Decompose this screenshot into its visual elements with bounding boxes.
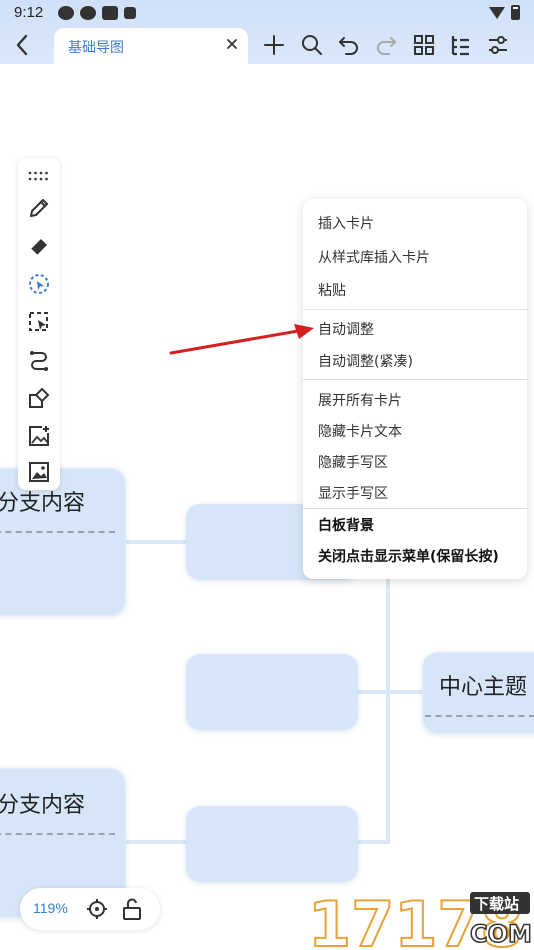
add-image-tool[interactable] xyxy=(27,424,51,448)
undo-button[interactable] xyxy=(336,32,362,58)
center-node[interactable]: 中心主题 xyxy=(422,652,534,734)
outline-button[interactable] xyxy=(447,32,473,58)
zoom-control: 119% xyxy=(20,888,160,930)
node-text: 中心主题 xyxy=(439,675,528,700)
status-bar: 9:12 xyxy=(0,0,534,26)
status-app-icons xyxy=(58,6,136,20)
menu-divider xyxy=(303,379,527,380)
shape-tool[interactable] xyxy=(27,386,51,410)
wifi-icon xyxy=(489,6,505,19)
add-button[interactable] xyxy=(261,32,287,58)
crosshair-icon[interactable] xyxy=(86,898,108,920)
node-text: 分支内容 xyxy=(0,793,86,818)
back-arrow-icon xyxy=(16,34,28,56)
lasso-select-icon xyxy=(29,274,49,294)
connector-line xyxy=(120,540,190,544)
connector-icon xyxy=(30,351,48,371)
a-app-icon xyxy=(124,7,136,19)
menu-divider xyxy=(303,508,527,509)
watermark-suffix: COM xyxy=(470,920,532,948)
side-toolbar xyxy=(18,158,60,490)
eraser-icon xyxy=(30,239,47,256)
redo-button[interactable] xyxy=(373,32,399,58)
box-select-tool[interactable] xyxy=(27,310,51,334)
settings-app-icon xyxy=(58,6,74,20)
box-select-icon xyxy=(29,312,48,331)
undo-icon xyxy=(339,37,358,55)
add-image-icon xyxy=(29,426,49,446)
tab-basic-map[interactable]: 基础导图 xyxy=(54,28,248,64)
sub-node[interactable] xyxy=(186,806,358,882)
search-icon xyxy=(302,35,322,55)
app-toolbar: 基础导图 xyxy=(0,26,534,64)
settings-button[interactable] xyxy=(485,32,511,58)
watermark-tag: 下载站 xyxy=(474,895,519,913)
menu-item-paste[interactable]: 粘贴 xyxy=(318,280,346,300)
tab-title: 基础导图 xyxy=(68,40,124,56)
unlock-icon[interactable] xyxy=(122,898,142,920)
drag-handle-icon xyxy=(28,171,48,181)
drag-handle[interactable] xyxy=(27,164,51,188)
status-time: 9:12 xyxy=(14,4,44,21)
menu-item-auto-adjust-compact[interactable]: 自动调整(紧凑) xyxy=(318,351,413,371)
menu-item-expand-all-cards[interactable]: 展开所有卡片 xyxy=(318,390,402,410)
context-menu: 插入卡片 从样式库插入卡片 粘贴 自动调整 自动调整(紧凑) 展开所有卡片 隐藏… xyxy=(303,199,527,579)
menu-item-close-tap-menu[interactable]: 关闭点击显示菜单(保留长按) xyxy=(318,546,499,566)
menu-item-show-handwriting[interactable]: 显示手写区 xyxy=(318,483,388,503)
connector-line xyxy=(386,578,390,842)
connector-line xyxy=(356,840,390,844)
pen-tool[interactable] xyxy=(27,196,51,220)
menu-item-hide-handwriting[interactable]: 隐藏手写区 xyxy=(318,452,388,472)
sub-node[interactable] xyxy=(186,654,358,730)
connector-line xyxy=(120,840,190,844)
branch-node[interactable]: 分支内容 xyxy=(0,468,126,616)
menu-item-insert-from-style-library[interactable]: 从样式库插入卡片 xyxy=(318,247,430,267)
square-app-icon xyxy=(102,6,118,20)
add-icon xyxy=(264,35,284,55)
zoom-level[interactable]: 119% xyxy=(33,900,68,916)
battery-icon xyxy=(511,5,520,20)
watermark-logo: 17178 下载站 COM xyxy=(308,887,533,950)
handwriting-divider xyxy=(0,531,115,533)
search-button[interactable] xyxy=(299,32,325,58)
connector-line xyxy=(356,690,426,694)
menu-item-whiteboard-background[interactable]: 白板背景 xyxy=(318,515,374,535)
image-icon xyxy=(29,462,49,482)
lasso-tool[interactable] xyxy=(27,272,51,296)
pen-icon xyxy=(30,199,48,217)
eraser-tool[interactable] xyxy=(27,234,51,258)
connector-tool[interactable] xyxy=(27,348,51,372)
back-button[interactable] xyxy=(8,30,36,60)
shape-icon xyxy=(29,387,50,408)
handwriting-divider xyxy=(425,715,534,717)
close-icon[interactable] xyxy=(224,36,240,52)
grid-button[interactable] xyxy=(411,32,437,58)
menu-divider xyxy=(303,309,527,310)
image-tool[interactable] xyxy=(27,460,51,484)
menu-item-hide-card-text[interactable]: 隐藏卡片文本 xyxy=(318,421,402,441)
annotation-arrow xyxy=(169,324,314,355)
redo-icon xyxy=(377,37,396,55)
menu-item-auto-adjust[interactable]: 自动调整 xyxy=(318,319,374,339)
settings-app-icon xyxy=(80,6,96,20)
handwriting-divider xyxy=(0,833,115,835)
menu-item-insert-card[interactable]: 插入卡片 xyxy=(318,213,374,233)
settings-sliders-icon xyxy=(489,36,507,54)
outline-icon xyxy=(451,36,469,56)
grid-icon xyxy=(414,35,434,55)
